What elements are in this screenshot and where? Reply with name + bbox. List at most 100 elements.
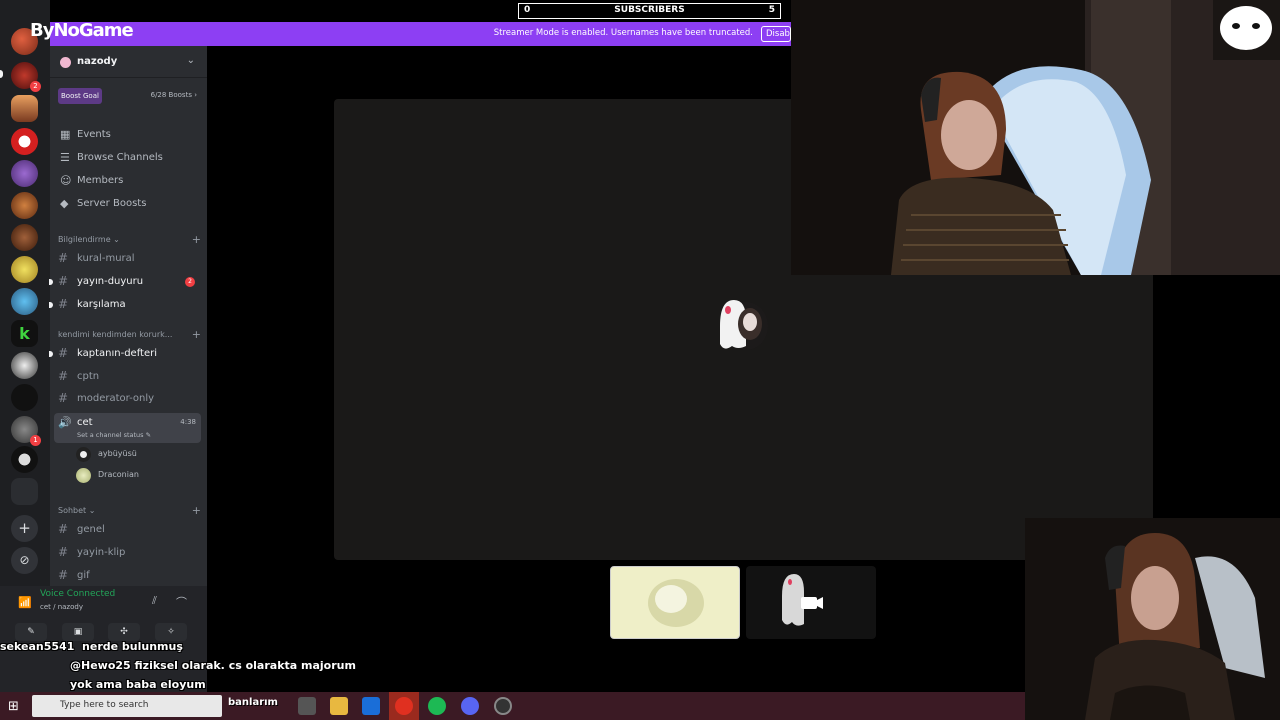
chevron-down-icon[interactable]: ⌄ (187, 55, 195, 66)
add-channel-icon[interactable]: + (192, 233, 201, 246)
notification-badge: 2 (30, 81, 41, 92)
obs-icon[interactable] (494, 697, 512, 715)
server-icon[interactable] (11, 128, 38, 155)
signal-icon: 📶 (18, 596, 32, 609)
channel-status[interactable]: Set a channel status ✎ (77, 431, 151, 439)
taskbar-search[interactable]: Type here to search (32, 695, 222, 717)
add-server-icon[interactable]: + (11, 515, 38, 542)
channel-karsilama[interactable]: # karşılama (49, 295, 201, 315)
voice-user[interactable]: aybüyüsü (76, 446, 196, 464)
task-view-icon[interactable] (298, 697, 316, 715)
opera-icon[interactable] (395, 697, 413, 715)
disable-streamer-mode-button[interactable]: Disable (761, 26, 791, 42)
voice-channel-cet[interactable]: 🔊 cet 4:38 Set a channel status ✎ (54, 413, 201, 443)
server-icon[interactable] (11, 224, 38, 251)
voice-user[interactable]: Draconian (76, 467, 196, 485)
windows-taskbar: ⊞ Type here to search banlarım (0, 692, 1025, 720)
menu-browse-channels[interactable]: ☰ Browse Channels (58, 149, 201, 169)
channel-moderator-only[interactable]: # moderator-only (54, 389, 201, 409)
soundboard-icon[interactable]: ✧ (155, 623, 187, 641)
menu-events[interactable]: ▦ Events (58, 126, 201, 146)
server-folder-icon[interactable] (11, 478, 38, 505)
voice-timer: 4:38 (180, 418, 196, 426)
category-header[interactable]: Bilgilendirme ⌄ + (58, 233, 201, 248)
participant-tile[interactable] (610, 566, 740, 639)
voice-connected-title[interactable]: Voice Connected (40, 589, 115, 599)
server-indicator (0, 70, 3, 78)
text-channel-icon: # (58, 568, 69, 582)
add-channel-icon[interactable]: + (192, 328, 201, 341)
boost-goal-label: Boost Goal (58, 88, 102, 104)
server-header[interactable]: nazody ⌄ (50, 46, 207, 78)
stream-frame: 2 k 1 + ⊘ nazody ⌄ Boost Goal 6/28 Boost… (0, 0, 1280, 720)
streamer-mode-banner: Streamer Mode is enabled. Usernames have… (50, 22, 791, 46)
browse-icon: ☰ (60, 151, 70, 164)
server-icon[interactable] (11, 192, 38, 219)
unread-indicator (49, 351, 53, 357)
server-icon[interactable]: k (11, 320, 38, 347)
text-channel-icon: # (58, 522, 69, 536)
notification-badge: 1 (30, 435, 41, 446)
server-icon[interactable] (11, 160, 38, 187)
text-channel-icon: # (58, 369, 69, 383)
menu-server-boosts[interactable]: ◆ Server Boosts (58, 195, 201, 215)
camera-off-icon[interactable]: ✎ (15, 623, 47, 641)
voice-actions: ✎ ▣ ✣ ✧ (15, 623, 195, 641)
screen-share-icon[interactable]: ▣ (62, 623, 94, 641)
avatar (76, 468, 91, 483)
noise-suppression-icon[interactable]: ⫽ (152, 594, 157, 608)
add-channel-icon[interactable]: + (192, 504, 201, 517)
file-explorer-icon[interactable] (330, 697, 348, 715)
participant-tile[interactable] (746, 566, 876, 639)
discord-icon[interactable] (461, 697, 479, 715)
text-channel-icon: # (58, 391, 69, 405)
channel-cptn[interactable]: # cptn (54, 367, 201, 387)
mail-icon[interactable] (362, 697, 380, 715)
menu-members[interactable]: ☺ Members (58, 172, 201, 192)
disconnect-icon[interactable]: ⌒ (176, 594, 187, 610)
speaker-icon: 🔊 (58, 416, 72, 429)
text-channel-icon: # (58, 251, 69, 265)
server-icon[interactable] (11, 288, 38, 315)
server-icon[interactable]: 2 (11, 62, 41, 92)
server-icon[interactable]: 1 (11, 416, 41, 446)
caller-avatar[interactable] (712, 296, 772, 358)
chat-message: yok ama baba eloyum (70, 678, 206, 691)
text-channel-icon: # (58, 346, 69, 360)
participant-avatar (648, 579, 704, 627)
channel-yayin-klip[interactable]: # yayin-klip (54, 543, 201, 563)
server-badge-icon (60, 57, 71, 68)
channel-sidebar: nazody ⌄ Boost Goal 6/28 Boosts › ▦ Even… (0, 46, 207, 692)
channel-genel[interactable]: # genel (54, 520, 201, 540)
participant-avatar (782, 574, 823, 626)
webcam-scene (1025, 518, 1280, 720)
unread-indicator (49, 279, 53, 285)
explore-servers-icon[interactable]: ⊘ (11, 547, 38, 574)
boost-count: 6/28 Boosts › (150, 91, 197, 99)
windows-start-icon[interactable]: ⊞ (8, 699, 19, 714)
channel-kaptanin-defteri[interactable]: # kaptanın-defteri (49, 344, 201, 364)
server-icon[interactable] (11, 256, 38, 283)
avatar (76, 447, 91, 462)
activities-icon[interactable]: ✣ (108, 623, 140, 641)
voice-connection-panel: 📶 Voice Connected cet / nazody ⫽ ⌒ ✎ ▣ ✣… (0, 586, 207, 692)
boost-goal[interactable]: Boost Goal 6/28 Boosts › (58, 88, 201, 104)
spotify-icon[interactable] (428, 697, 446, 715)
chat-message: @Hewo25 fiziksel olarak. cs olaraktа maj… (70, 659, 356, 672)
channel-gif[interactable]: # gif (54, 566, 201, 586)
channel-logo: ByNoGame (30, 20, 134, 41)
server-icon[interactable] (11, 446, 38, 473)
server-icon[interactable] (11, 95, 38, 122)
calendar-icon: ▦ (60, 128, 71, 141)
webcam-scene (791, 0, 1280, 275)
text-channel-icon: # (58, 297, 69, 311)
channel-yayin-duyuru[interactable]: # yayın-duyuru 2 (49, 272, 201, 292)
server-name: nazody (77, 56, 118, 67)
category-header[interactable]: kendimi kendimden korurk... + (58, 328, 201, 343)
server-icon[interactable] (11, 352, 38, 379)
category-header[interactable]: Sohbet ⌄ + (58, 504, 201, 519)
channel-kural-mural[interactable]: # kural-mural (54, 249, 201, 269)
server-icon[interactable] (11, 384, 38, 411)
voice-connected-subtitle[interactable]: cet / nazody (40, 603, 83, 611)
chat-message: sekean5541 nerde bulunmuş (0, 640, 183, 653)
